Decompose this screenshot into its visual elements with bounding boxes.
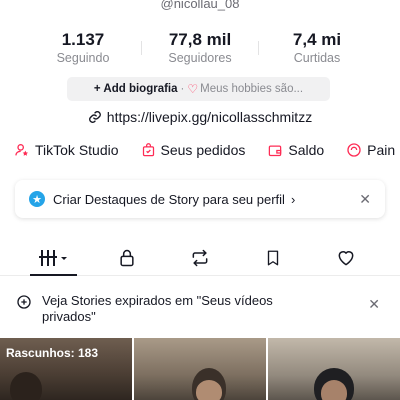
star-icon: ★ [29, 191, 45, 207]
orders-button[interactable]: Seus pedidos [141, 142, 246, 158]
stat-likes-value: 7,4 mi [292, 30, 342, 49]
panel-button[interactable]: Pain [346, 142, 395, 158]
drafts-tile[interactable]: Rascunhos: 183 [0, 338, 132, 400]
orders-label: Seus pedidos [160, 142, 246, 158]
tiktok-studio-button[interactable]: TikTok Studio [14, 142, 119, 158]
stat-likes-label: Curtidas [293, 51, 341, 65]
wallet-icon [269, 145, 282, 156]
profile-stats: 1.137 Seguindo 77,8 mil Seguidores 7,4 m… [0, 30, 400, 66]
add-bio-button[interactable]: + Add biografia · ♡ Meus hobbies são... [67, 77, 330, 101]
heart-outline-icon: ♡ [187, 82, 199, 96]
tab-liked[interactable] [309, 240, 382, 275]
balance-label: Saldo [288, 142, 325, 158]
bookmark-icon [267, 250, 278, 265]
repost-icon [192, 249, 207, 266]
close-notice-button[interactable]: ✕ [368, 296, 380, 313]
drafts-count-label: Rascunhos: 183 [6, 346, 99, 360]
video-thumbnail-figure [321, 380, 347, 400]
tab-videos[interactable] [17, 240, 90, 276]
bio-separator: · [180, 83, 185, 95]
panel-icon [347, 143, 361, 157]
profile-tabs [0, 240, 400, 276]
create-story-highlights-banner[interactable]: ★ Criar Destaques de Story para seu perf… [15, 180, 385, 218]
stat-likes[interactable]: 7,4 mi Curtidas [259, 30, 375, 66]
tab-reposts[interactable] [163, 240, 236, 275]
stat-followers[interactable]: 77,8 mil Seguidores [142, 30, 258, 66]
video-thumbnail[interactable] [134, 338, 266, 400]
tiktok-studio-label: TikTok Studio [35, 142, 119, 158]
balance-button[interactable]: Saldo [267, 142, 324, 158]
panel-label: Pain [367, 142, 396, 158]
profile-link[interactable]: https://livepix.gg/nicollasschmitzz [0, 109, 400, 125]
quick-actions-row: TikTok Studio Seus pedidos Saldo Pain [14, 142, 400, 158]
stat-following-value: 1.137 [61, 30, 105, 49]
chevron-right-icon: › [290, 191, 296, 207]
video-grid: Rascunhos: 183 [0, 338, 400, 400]
person-star-icon [15, 144, 28, 156]
tab-private[interactable] [90, 240, 163, 275]
notice-text: Veja Stories expirados em "Seus vídeos p… [42, 293, 273, 324]
bio-hobbies-suggestion: Meus hobbies são... [200, 83, 304, 95]
heart-icon [338, 250, 353, 265]
stat-following-label: Seguindo [56, 51, 110, 65]
profile-link-text: https://livepix.gg/nicollasschmitzz [106, 109, 313, 125]
story-banner-text: Criar Destaques de Story para seu perfil [53, 191, 285, 207]
tab-favorites[interactable] [236, 240, 309, 275]
stat-followers-label: Seguidores [168, 51, 232, 65]
stat-following[interactable]: 1.137 Seguindo [25, 30, 141, 66]
add-story-icon [17, 295, 31, 309]
video-thumbnail-figure [196, 380, 222, 400]
add-bio-label: + Add biografia [93, 83, 178, 95]
video-thumbnail[interactable] [268, 338, 400, 400]
lock-icon [119, 249, 134, 266]
bag-icon [142, 143, 154, 157]
video-thumbnail-figure [10, 372, 42, 400]
profile-handle: @nicollau_08 [160, 0, 240, 11]
close-banner-button[interactable]: ✕ [359, 191, 371, 208]
expired-stories-notice[interactable]: Veja Stories expirados em "Seus vídeos p… [0, 292, 400, 328]
grid-icon [38, 249, 67, 266]
stat-followers-value: 77,8 mil [168, 30, 232, 49]
link-icon [88, 111, 101, 123]
